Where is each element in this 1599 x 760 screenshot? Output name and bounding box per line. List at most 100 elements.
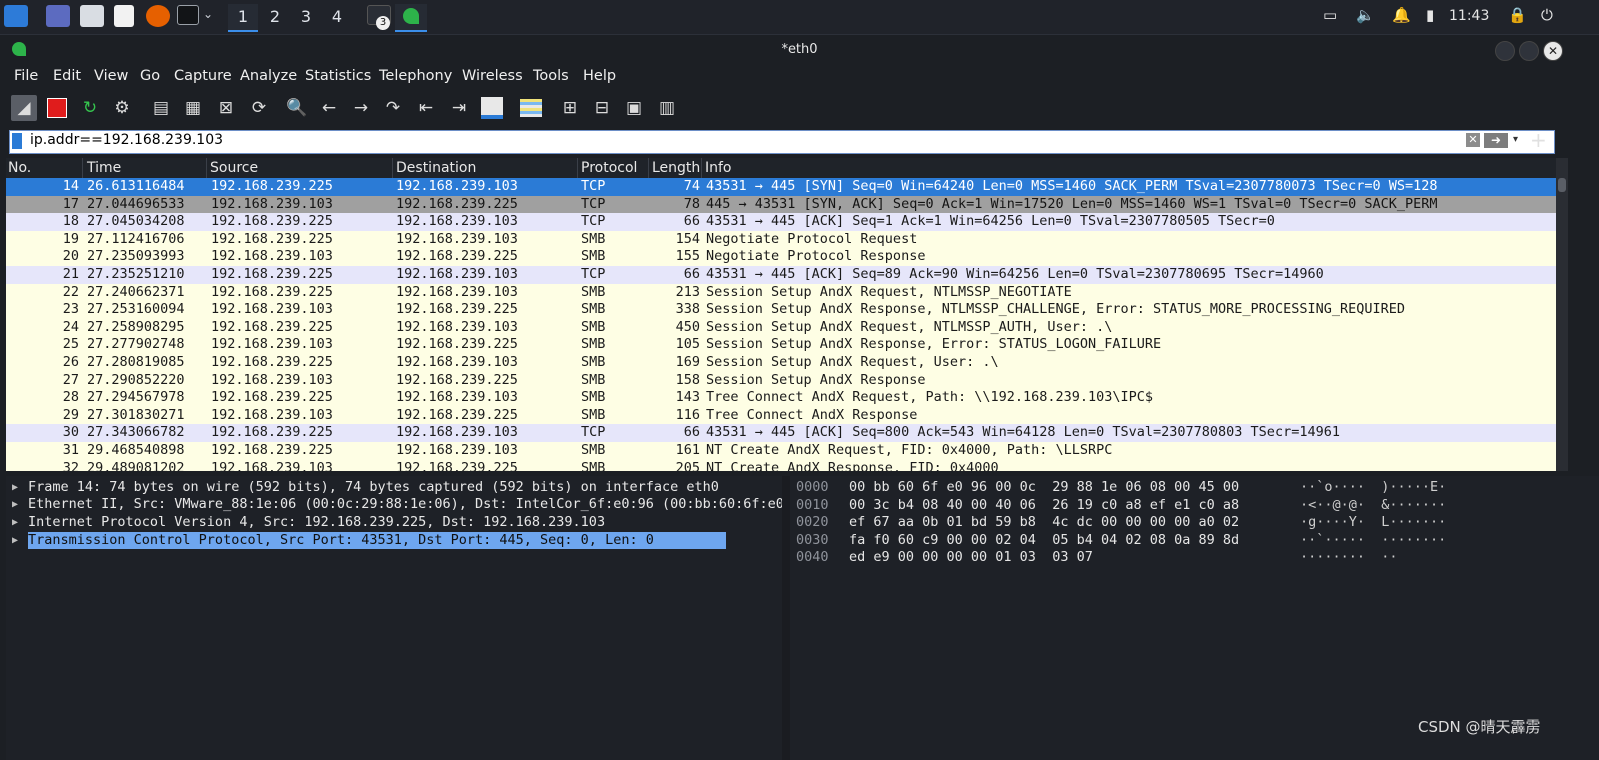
- clear-filter-icon[interactable]: ✕: [1466, 133, 1480, 147]
- expand-arrow-icon[interactable]: ▶: [12, 496, 18, 513]
- packet-list[interactable]: No. Time Source Destination Protocol Len…: [6, 158, 1556, 471]
- packet-list-scroll-thumb[interactable]: [1558, 178, 1566, 192]
- detail-row-ethernet[interactable]: ▶ Ethernet II, Src: VMware_88:1e:06 (00:0…: [6, 496, 782, 513]
- last-packet-icon[interactable]: ⇥: [446, 95, 472, 121]
- zoom-in-icon[interactable]: ⊞: [557, 95, 583, 121]
- menu-statistics[interactable]: Statistics: [305, 68, 371, 84]
- menu-help[interactable]: Help: [583, 68, 616, 84]
- packet-row[interactable]: 22 27.240662371 192.168.239.225 192.168.239…: [6, 283, 1556, 302]
- reload-file-icon[interactable]: ⟳: [246, 95, 272, 121]
- autoscroll-icon[interactable]: [479, 95, 505, 121]
- column-header-info[interactable]: Info: [705, 160, 732, 176]
- column-separator[interactable]: [206, 158, 207, 178]
- expand-arrow-icon[interactable]: ▶: [12, 532, 18, 549]
- packet-row[interactable]: 21 27.235251210 192.168.239.225 192.168.239…: [6, 266, 1556, 284]
- colorize-icon[interactable]: [518, 95, 544, 121]
- menu-capture[interactable]: Capture: [174, 68, 232, 84]
- close-file-icon[interactable]: ⊠: [213, 95, 239, 121]
- display-icon[interactable]: ▭: [1323, 6, 1337, 24]
- find-packet-icon[interactable]: 🔍: [284, 95, 310, 121]
- packet-list-scrollbar[interactable]: [1556, 158, 1568, 471]
- detail-row-frame[interactable]: ▶ Frame 14: 74 bytes on wire (592 bits), …: [6, 479, 782, 496]
- firefox-icon[interactable]: [146, 5, 170, 27]
- column-header-destination[interactable]: Destination: [396, 160, 476, 176]
- column-separator[interactable]: [577, 158, 578, 178]
- desktop-icon[interactable]: [46, 5, 70, 27]
- terminal-icon[interactable]: [177, 5, 199, 25]
- expand-arrow-icon[interactable]: ▶: [12, 514, 18, 531]
- column-header-protocol[interactable]: Protocol: [581, 160, 637, 176]
- start-capture-icon[interactable]: ◢: [11, 95, 37, 121]
- column-header-no[interactable]: No.: [8, 160, 31, 176]
- logout-icon[interactable]: ⏻: [1541, 6, 1553, 24]
- apply-filter-icon[interactable]: ➜: [1484, 133, 1508, 148]
- column-separator[interactable]: [701, 158, 702, 178]
- pane-splitter[interactable]: [782, 476, 790, 760]
- wireshark-task[interactable]: [395, 4, 427, 32]
- menu-go[interactable]: Go: [140, 68, 160, 84]
- detail-row-tcp[interactable]: ▶ Transmission Control Protocol, Src Port…: [6, 532, 782, 549]
- go-to-packet-icon[interactable]: ↷: [380, 95, 406, 121]
- zoom-out-icon[interactable]: ⊟: [589, 95, 615, 121]
- column-header-length[interactable]: Length: [652, 160, 700, 176]
- close-button[interactable]: ✕: [1543, 41, 1563, 61]
- display-filter-input[interactable]: [9, 130, 1555, 154]
- workspace-2[interactable]: 2: [260, 4, 290, 30]
- packet-row[interactable]: 25 27.277902748 192.168.239.103 192.168.239…: [6, 336, 1556, 354]
- open-file-icon[interactable]: ▤: [148, 95, 174, 121]
- kali-menu-icon[interactable]: [4, 5, 28, 27]
- add-filter-button-icon[interactable]: +: [1530, 128, 1547, 152]
- first-packet-icon[interactable]: ⇤: [413, 95, 439, 121]
- volume-icon[interactable]: 🔈: [1356, 6, 1375, 24]
- save-file-icon[interactable]: ▦: [180, 95, 206, 121]
- go-forward-icon[interactable]: →: [348, 95, 374, 121]
- menu-edit[interactable]: Edit: [53, 68, 81, 84]
- capture-options-icon[interactable]: ⚙: [109, 95, 135, 121]
- stop-capture-button[interactable]: [44, 95, 70, 121]
- menu-view[interactable]: View: [94, 68, 128, 84]
- normal-size-icon[interactable]: ▣: [621, 95, 647, 121]
- column-separator[interactable]: [82, 158, 83, 178]
- workspace-3[interactable]: 3: [291, 4, 321, 30]
- packet-details-pane[interactable]: ▶ Frame 14: 74 bytes on wire (592 bits), …: [6, 476, 782, 760]
- packet-row[interactable]: 14 26.613116484 192.168.239.225 192.168.239…: [6, 178, 1556, 196]
- filter-history-dropdown-icon[interactable]: ▾: [1513, 134, 1518, 145]
- packet-row[interactable]: 24 27.258908295 192.168.239.225 192.168.239…: [6, 318, 1556, 337]
- packet-row[interactable]: 30 27.343066782 192.168.239.225 192.168.239…: [6, 424, 1556, 442]
- restart-capture-icon[interactable]: ↻: [77, 95, 103, 121]
- expand-arrow-icon[interactable]: ▶: [12, 479, 18, 496]
- packet-row[interactable]: 18 27.045034208 192.168.239.225 192.168.239…: [6, 213, 1556, 231]
- packet-row[interactable]: 17 27.044696533 192.168.239.103 192.168.239…: [6, 195, 1556, 214]
- column-separator[interactable]: [392, 158, 393, 178]
- notification-bell-icon[interactable]: 🔔: [1392, 6, 1411, 24]
- packet-row[interactable]: 29 27.301830271 192.168.239.103 192.168.239…: [6, 406, 1556, 425]
- menu-tools[interactable]: Tools: [533, 68, 569, 84]
- packet-row[interactable]: 20 27.235093993 192.168.239.103 192.168.239…: [6, 248, 1556, 266]
- maximize-button[interactable]: [1519, 41, 1539, 61]
- bookmark-icon[interactable]: [12, 133, 22, 149]
- detail-row-ip[interactable]: ▶ Internet Protocol Version 4, Src: 192.1…: [6, 514, 782, 531]
- workspace-4[interactable]: 4: [322, 4, 352, 30]
- packet-row[interactable]: 32 29.489081202 192.168.239.103 192.168.239…: [6, 459, 1556, 471]
- resize-columns-icon[interactable]: ▥: [654, 95, 680, 121]
- menu-analyze[interactable]: Analyze: [240, 68, 297, 84]
- packet-row[interactable]: 23 27.253160094 192.168.239.103 192.168.239…: [6, 301, 1556, 319]
- packet-row[interactable]: 26 27.280819085 192.168.239.225 192.168.239…: [6, 354, 1556, 372]
- packet-row[interactable]: 28 27.294567978 192.168.239.225 192.168.239…: [6, 389, 1556, 407]
- menu-wireless[interactable]: Wireless: [462, 68, 523, 84]
- packet-row[interactable]: 19 27.112416706 192.168.239.225 192.168.239…: [6, 230, 1556, 249]
- column-header-time[interactable]: Time: [87, 160, 121, 176]
- chevron-down-icon[interactable]: ⌄: [203, 7, 213, 21]
- text-editor-icon[interactable]: [114, 5, 134, 27]
- file-manager-icon[interactable]: [80, 5, 104, 27]
- column-separator[interactable]: [648, 158, 649, 178]
- menu-telephony[interactable]: Telephony: [379, 68, 452, 84]
- menu-file[interactable]: File: [14, 68, 38, 84]
- packet-row[interactable]: 31 29.468540898 192.168.239.225 192.168.239…: [6, 442, 1556, 460]
- packet-row[interactable]: 27 27.290852220 192.168.239.103 192.168.239…: [6, 371, 1556, 390]
- go-back-icon[interactable]: ←: [316, 95, 342, 121]
- lock-icon[interactable]: 🔒: [1508, 6, 1527, 24]
- minimize-button[interactable]: [1495, 41, 1515, 61]
- column-header-source[interactable]: Source: [210, 160, 258, 176]
- workspace-1[interactable]: 1: [228, 4, 258, 32]
